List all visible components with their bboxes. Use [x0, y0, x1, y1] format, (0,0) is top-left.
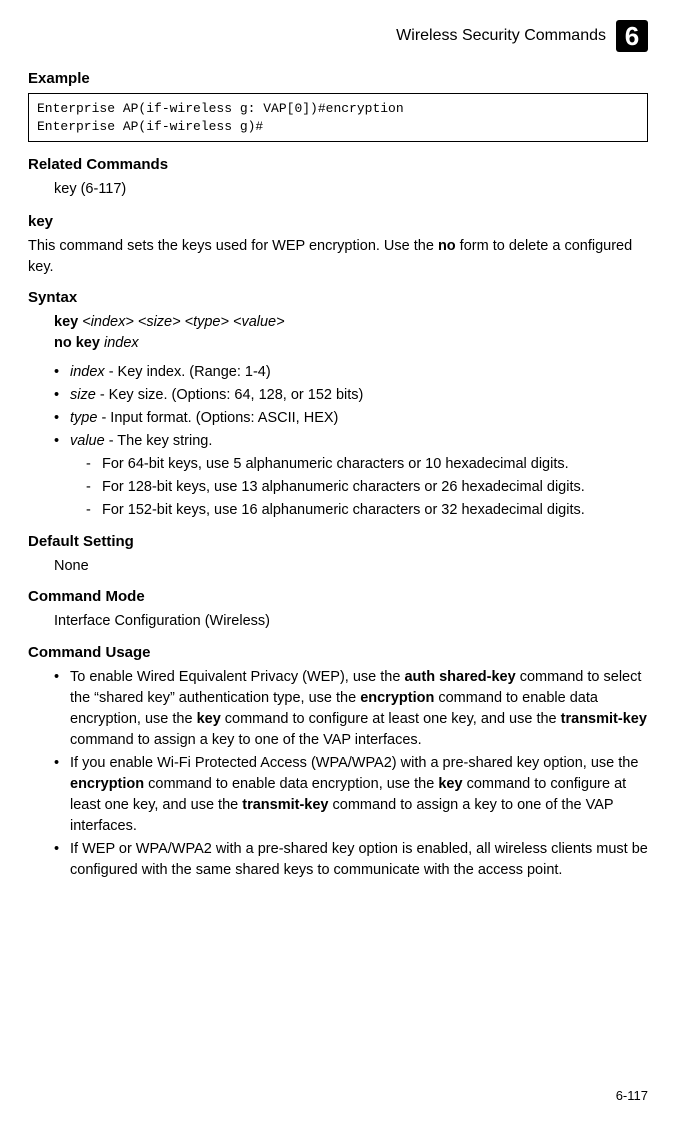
- syntax-args-1: <index> <size> <type> <value>: [78, 314, 284, 330]
- syntax-args-2: index: [100, 335, 139, 351]
- key-desc-bold: no: [438, 238, 456, 254]
- sub-64bit: For 64-bit keys, use 5 alphanumeric char…: [86, 454, 648, 475]
- command-mode-text: Interface Configuration (Wireless): [54, 611, 648, 631]
- usage-item-3: If WEP or WPA/WPA2 with a pre-shared key…: [54, 839, 648, 881]
- usage-text: command to assign a key to one of the VA…: [70, 732, 422, 748]
- usage-bold: auth shared-key: [404, 669, 515, 685]
- heading-default-setting: Default Setting: [28, 533, 648, 550]
- command-usage-list: To enable Wired Equivalent Privacy (WEP)…: [28, 667, 648, 881]
- sub-128bit: For 128-bit keys, use 13 alphanumeric ch…: [86, 477, 648, 498]
- page-header: Wireless Security Commands 6: [28, 20, 648, 52]
- syntax-params-list: index - Key index. (Range: 1-4) size - K…: [28, 362, 648, 521]
- param-name: size: [70, 387, 96, 403]
- related-command-text: key (6-117): [54, 179, 648, 199]
- usage-text: To enable Wired Equivalent Privacy (WEP)…: [70, 669, 404, 685]
- syntax-cmd-key: key: [54, 314, 78, 330]
- sub-152bit: For 152-bit keys, use 16 alphanumeric ch…: [86, 500, 648, 521]
- usage-bold: key: [438, 776, 462, 792]
- usage-text: command to configure at least one key, a…: [221, 711, 561, 727]
- param-value: value - The key string. For 64-bit keys,…: [54, 431, 648, 521]
- usage-bold: key: [197, 711, 221, 727]
- param-size: size - Key size. (Options: 64, 128, or 1…: [54, 385, 648, 406]
- syntax-line-1: key <index> <size> <type> <value>: [54, 312, 648, 333]
- header-title: Wireless Security Commands: [396, 27, 606, 45]
- param-name: value: [70, 433, 105, 449]
- param-name: index: [70, 364, 105, 380]
- key-desc-pre: This command sets the keys used for WEP …: [28, 238, 438, 254]
- param-desc: - Input format. (Options: ASCII, HEX): [97, 410, 338, 426]
- heading-command-usage: Command Usage: [28, 644, 648, 661]
- param-desc: - Key index. (Range: 1-4): [105, 364, 271, 380]
- page-footer: 6-117: [616, 1088, 648, 1103]
- param-name: type: [70, 410, 97, 426]
- heading-key: key: [28, 213, 648, 230]
- heading-example: Example: [28, 70, 648, 87]
- key-description: This command sets the keys used for WEP …: [28, 236, 648, 277]
- syntax-line-2: no key index: [54, 333, 648, 354]
- syntax-cmd-no-key: no key: [54, 335, 100, 351]
- usage-item-2: If you enable Wi-Fi Protected Access (WP…: [54, 753, 648, 837]
- param-index: index - Key index. (Range: 1-4): [54, 362, 648, 383]
- default-setting-text: None: [54, 556, 648, 576]
- param-value-sublist: For 64-bit keys, use 5 alphanumeric char…: [70, 454, 648, 521]
- usage-item-1: To enable Wired Equivalent Privacy (WEP)…: [54, 667, 648, 751]
- param-desc: - Key size. (Options: 64, 128, or 152 bi…: [96, 387, 364, 403]
- heading-command-mode: Command Mode: [28, 588, 648, 605]
- chapter-number-box: 6: [616, 20, 648, 52]
- usage-bold: transmit-key: [242, 797, 328, 813]
- page: Wireless Security Commands 6 Example Ent…: [0, 0, 686, 1123]
- usage-text: If you enable Wi-Fi Protected Access (WP…: [70, 755, 638, 771]
- heading-related-commands: Related Commands: [28, 156, 648, 173]
- usage-bold: encryption: [70, 776, 144, 792]
- heading-syntax: Syntax: [28, 289, 648, 306]
- code-block-example: Enterprise AP(if-wireless g: VAP[0])#enc…: [28, 93, 648, 142]
- usage-bold: encryption: [360, 690, 434, 706]
- usage-bold: transmit-key: [561, 711, 647, 727]
- usage-text: command to enable data encryption, use t…: [144, 776, 438, 792]
- param-desc: - The key string.: [105, 433, 213, 449]
- param-type: type - Input format. (Options: ASCII, HE…: [54, 408, 648, 429]
- usage-text: If WEP or WPA/WPA2 with a pre-shared key…: [70, 841, 648, 878]
